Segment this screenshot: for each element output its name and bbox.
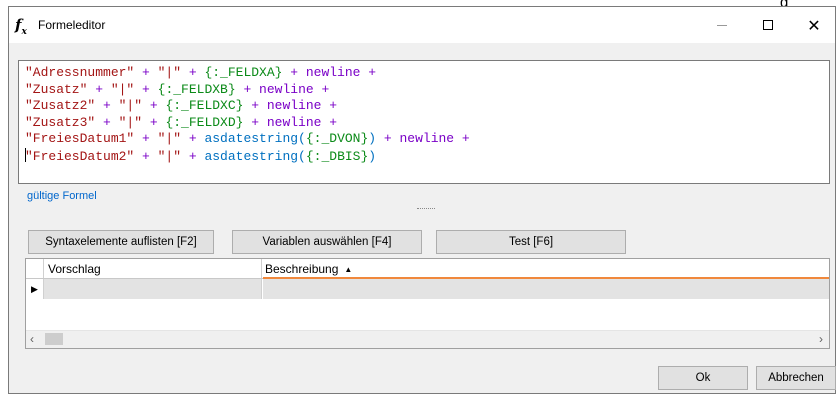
maximize-button[interactable] xyxy=(745,7,791,43)
formula-line[interactable]: "Zusatz" + "|" + {:_FELDXB} + newline + xyxy=(25,82,823,99)
grid-header: Vorschlag Beschreibung ▲ xyxy=(26,259,829,279)
formula-token-fn: asdatestring( xyxy=(204,148,306,164)
title-bar[interactable]: fx Formeleditor ✕ xyxy=(9,7,835,43)
formula-token-op: + xyxy=(142,114,166,130)
formula-token-str: "|" xyxy=(157,148,182,164)
formula-token-op: + xyxy=(181,148,205,164)
formula-token-op: + newline + xyxy=(243,114,338,130)
formula-token-fn: ) xyxy=(368,131,377,146)
formula-token-fn: ) xyxy=(368,148,377,164)
scroll-left-icon[interactable]: ‹ xyxy=(30,332,34,346)
list-syntax-elements-button[interactable]: Syntaxelemente auflisten [F2] xyxy=(28,230,214,254)
formula-token-var: {:_FELDXD} xyxy=(165,114,244,130)
fx-icon: fx xyxy=(15,16,27,37)
formula-token-str: "|" xyxy=(118,114,143,130)
formula-token-op: + xyxy=(181,65,205,80)
horizontal-scrollbar[interactable]: ‹ › xyxy=(26,330,829,348)
formula-token-op: + xyxy=(134,148,158,164)
formula-token-op: + xyxy=(95,98,119,113)
formula-line[interactable]: "Zusatz3" + "|" + {:_FELDXD} + newline + xyxy=(25,115,823,132)
formula-line[interactable]: "FreiesDatum1" + "|" + asdatestring({:_D… xyxy=(25,131,823,148)
formula-token-var: {:_FELDXC} xyxy=(165,98,244,113)
formula-token-op: + xyxy=(95,114,119,130)
formula-token-var: {:_FELDXA} xyxy=(204,65,283,80)
scroll-thumb[interactable] xyxy=(45,333,63,345)
cancel-button[interactable]: Abbrechen xyxy=(756,366,836,390)
formula-token-var: {:_FELDXB} xyxy=(157,81,236,97)
formula-token-op: + newline + xyxy=(243,98,338,113)
minimize-button[interactable] xyxy=(699,7,745,43)
close-button[interactable]: ✕ xyxy=(791,7,836,43)
formula-token-op: + newline + xyxy=(376,131,470,146)
formula-token-op: + xyxy=(87,81,111,97)
close-icon: ✕ xyxy=(807,15,821,35)
formula-token-op: + xyxy=(134,81,158,97)
formula-status: gültige Formel xyxy=(27,190,97,202)
formula-token-op: + xyxy=(134,131,158,146)
formula-token-var: {:_DBIS} xyxy=(305,148,369,164)
formula-editor-textarea[interactable]: "Adressnummer" + "|" + {:_FELDXA} + newl… xyxy=(18,60,830,184)
test-button[interactable]: Test [F6] xyxy=(436,230,626,254)
formula-token-op: + xyxy=(134,65,158,80)
column-header-vorschlag[interactable]: Vorschlag xyxy=(44,259,262,278)
cell-beschreibung[interactable] xyxy=(263,279,829,299)
formula-token-str: "|" xyxy=(157,131,182,146)
formula-token-str: "FreiesDatum2" xyxy=(25,148,135,164)
formula-token-str: "|" xyxy=(118,98,143,113)
formula-token-str: "|" xyxy=(157,65,182,80)
suggestion-grid[interactable]: Vorschlag Beschreibung ▲ ▶ ‹ › xyxy=(25,258,830,349)
formula-token-op: + xyxy=(181,131,205,146)
formula-token-str: "FreiesDatum1" xyxy=(25,131,135,146)
formula-line[interactable]: "Adressnummer" + "|" + {:_FELDXA} + newl… xyxy=(25,65,823,82)
formula-token-op: + newline + xyxy=(235,81,330,97)
formula-token-op: + newline + xyxy=(282,65,377,80)
window-title: Formeleditor xyxy=(38,18,106,32)
formula-token-str: "Zusatz" xyxy=(25,81,88,97)
formula-token-str: "Zusatz3" xyxy=(25,114,96,130)
maximize-icon xyxy=(763,20,773,30)
cell-vorschlag[interactable] xyxy=(44,279,262,299)
formula-token-str: "Zusatz2" xyxy=(25,98,96,113)
formula-token-fn: asdatestring( xyxy=(204,131,306,146)
table-row[interactable]: ▶ xyxy=(26,279,829,299)
ok-button[interactable]: Ok xyxy=(658,366,748,390)
column-header-beschreibung[interactable]: Beschreibung ▲ xyxy=(263,259,829,278)
column-header-label: Vorschlag xyxy=(48,262,101,276)
formula-token-str: "Adressnummer" xyxy=(25,65,135,80)
formula-token-op: + xyxy=(142,98,166,113)
sort-ascending-icon: ▲ xyxy=(344,265,353,274)
current-row-arrow-icon: ▶ xyxy=(31,283,38,294)
formula-line[interactable]: "FreiesDatum2" + "|" + asdatestring({:_D… xyxy=(25,147,823,165)
scroll-right-icon[interactable]: › xyxy=(819,332,823,346)
row-selector[interactable]: ▶ xyxy=(26,279,44,299)
formula-line[interactable]: "Zusatz2" + "|" + {:_FELDXC} + newline + xyxy=(25,98,823,115)
column-header-label: Beschreibung xyxy=(265,262,339,276)
select-variables-button[interactable]: Variablen auswählen [F4] xyxy=(232,230,422,254)
minimize-icon xyxy=(717,24,727,26)
splitter-grip[interactable] xyxy=(417,208,435,210)
formula-token-str: "|" xyxy=(110,81,135,97)
formula-token-var: {:_DVON} xyxy=(305,131,369,146)
row-header-corner xyxy=(26,259,44,278)
